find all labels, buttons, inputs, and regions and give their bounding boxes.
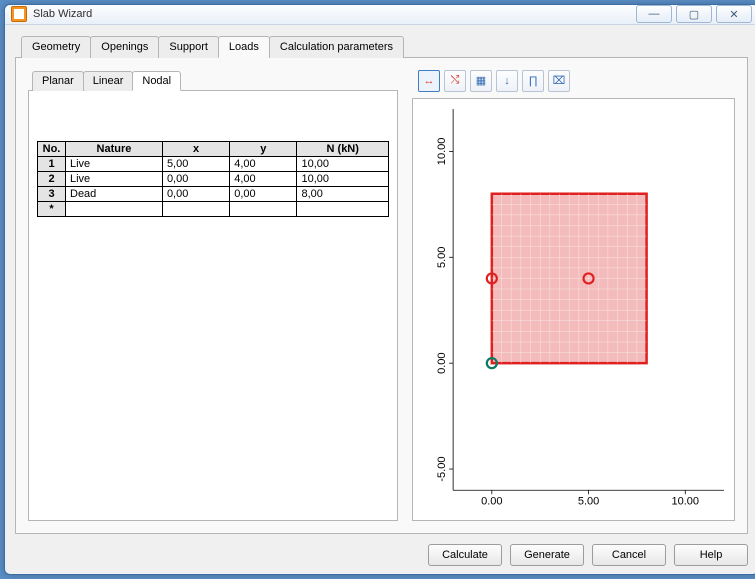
slab-wizard-window: Slab Wizard — ▢ ✕ GeometryOpeningsSuppor…: [4, 4, 755, 575]
svg-text:0.00: 0.00: [481, 495, 502, 507]
svg-text:5.00: 5.00: [578, 495, 599, 507]
slab-preview-canvas[interactable]: 0.00 5.00 10.00 -5.00 0.00 5.00 10.00: [412, 98, 735, 521]
cell-no[interactable]: 1: [38, 156, 66, 171]
cell-n[interactable]: 8,00: [297, 186, 389, 201]
cell-empty[interactable]: [297, 201, 389, 216]
window-title: Slab Wizard: [33, 8, 92, 20]
svg-text:0.00: 0.00: [436, 352, 448, 373]
subtab-linear[interactable]: Linear: [83, 71, 134, 91]
cell-y[interactable]: 4,00: [230, 156, 297, 171]
col-header: N (kN): [297, 141, 389, 156]
tab-openings[interactable]: Openings: [90, 36, 159, 58]
cell-empty[interactable]: [66, 201, 163, 216]
col-header: y: [230, 141, 297, 156]
cell-empty[interactable]: [230, 201, 297, 216]
dimension-icon[interactable]: ↔: [418, 70, 440, 92]
tab-support[interactable]: Support: [158, 36, 219, 58]
cell-x[interactable]: 0,00: [162, 186, 229, 201]
left-pane: PlanarLinearNodal No.NaturexyN (kN) 1Liv…: [28, 70, 398, 521]
col-header: No.: [38, 141, 66, 156]
svg-text:10.00: 10.00: [671, 495, 699, 507]
cell-no[interactable]: 2: [38, 171, 66, 186]
cell-y[interactable]: 4,00: [230, 171, 297, 186]
cell-n[interactable]: 10,00: [297, 156, 389, 171]
calculate-button[interactable]: Calculate: [428, 544, 502, 566]
dialog-buttons: Calculate Generate Cancel Help: [15, 534, 748, 566]
help-button[interactable]: Help: [674, 544, 748, 566]
cell-nature[interactable]: Dead: [66, 186, 163, 201]
column-icon[interactable]: ∏: [522, 70, 544, 92]
generate-button[interactable]: Generate: [510, 544, 584, 566]
cell-no[interactable]: 3: [38, 186, 66, 201]
cell-empty[interactable]: [162, 201, 229, 216]
tab-geometry[interactable]: Geometry: [21, 36, 91, 58]
loads-table[interactable]: No.NaturexyN (kN) 1Live5,004,0010,002Liv…: [37, 141, 389, 217]
table-row-new[interactable]: *: [38, 201, 389, 216]
tab-calculation-parameters[interactable]: Calculation parameters: [269, 36, 404, 58]
app-icon: [11, 6, 27, 22]
maximize-button[interactable]: ▢: [676, 5, 712, 23]
svg-text:5.00: 5.00: [436, 246, 448, 267]
arrow-down-icon[interactable]: ↓: [496, 70, 518, 92]
cancel-button[interactable]: Cancel: [592, 544, 666, 566]
cell-nature[interactable]: Live: [66, 156, 163, 171]
grid-icon[interactable]: ▦: [470, 70, 492, 92]
cell-nature[interactable]: Live: [66, 171, 163, 186]
load-type-tabs: PlanarLinearNodal: [28, 70, 398, 91]
tab-panel-loads: PlanarLinearNodal No.NaturexyN (kN) 1Liv…: [15, 58, 748, 534]
table-row[interactable]: 2Live0,004,0010,00: [38, 171, 389, 186]
svg-text:10.00: 10.00: [436, 137, 448, 165]
tab-loads[interactable]: Loads: [218, 36, 270, 58]
frame-icon[interactable]: ⌧: [548, 70, 570, 92]
table-row[interactable]: 1Live5,004,0010,00: [38, 156, 389, 171]
table-row[interactable]: 3Dead0,000,008,00: [38, 186, 389, 201]
nodal-loads-panel: No.NaturexyN (kN) 1Live5,004,0010,002Liv…: [28, 91, 398, 521]
window-buttons: — ▢ ✕: [636, 5, 752, 23]
svg-text:-5.00: -5.00: [436, 456, 448, 481]
titlebar: Slab Wizard — ▢ ✕: [5, 5, 755, 25]
cell-no[interactable]: *: [38, 201, 66, 216]
loads-table-wrap: No.NaturexyN (kN) 1Live5,004,0010,002Liv…: [37, 141, 389, 512]
preview-toolbar: ↔⤭▦↓∏⌧: [412, 70, 735, 98]
col-header: x: [162, 141, 229, 156]
cell-y[interactable]: 0,00: [230, 186, 297, 201]
arrows-icon[interactable]: ⤭: [444, 70, 466, 92]
col-header: Nature: [66, 141, 163, 156]
subtab-planar[interactable]: Planar: [32, 71, 84, 91]
client-area: GeometryOpeningsSupportLoadsCalculation …: [5, 25, 755, 574]
close-button[interactable]: ✕: [716, 5, 752, 23]
subtab-nodal[interactable]: Nodal: [132, 71, 181, 91]
right-pane: ↔⤭▦↓∏⌧ 0.00 5.00 10.00 -5.00 0.00 5.00 10.00: [412, 70, 735, 521]
cell-x[interactable]: 0,00: [162, 171, 229, 186]
cell-n[interactable]: 10,00: [297, 171, 389, 186]
minimize-button[interactable]: —: [636, 5, 672, 23]
main-tabs: GeometryOpeningsSupportLoadsCalculation …: [15, 35, 748, 58]
cell-x[interactable]: 5,00: [162, 156, 229, 171]
